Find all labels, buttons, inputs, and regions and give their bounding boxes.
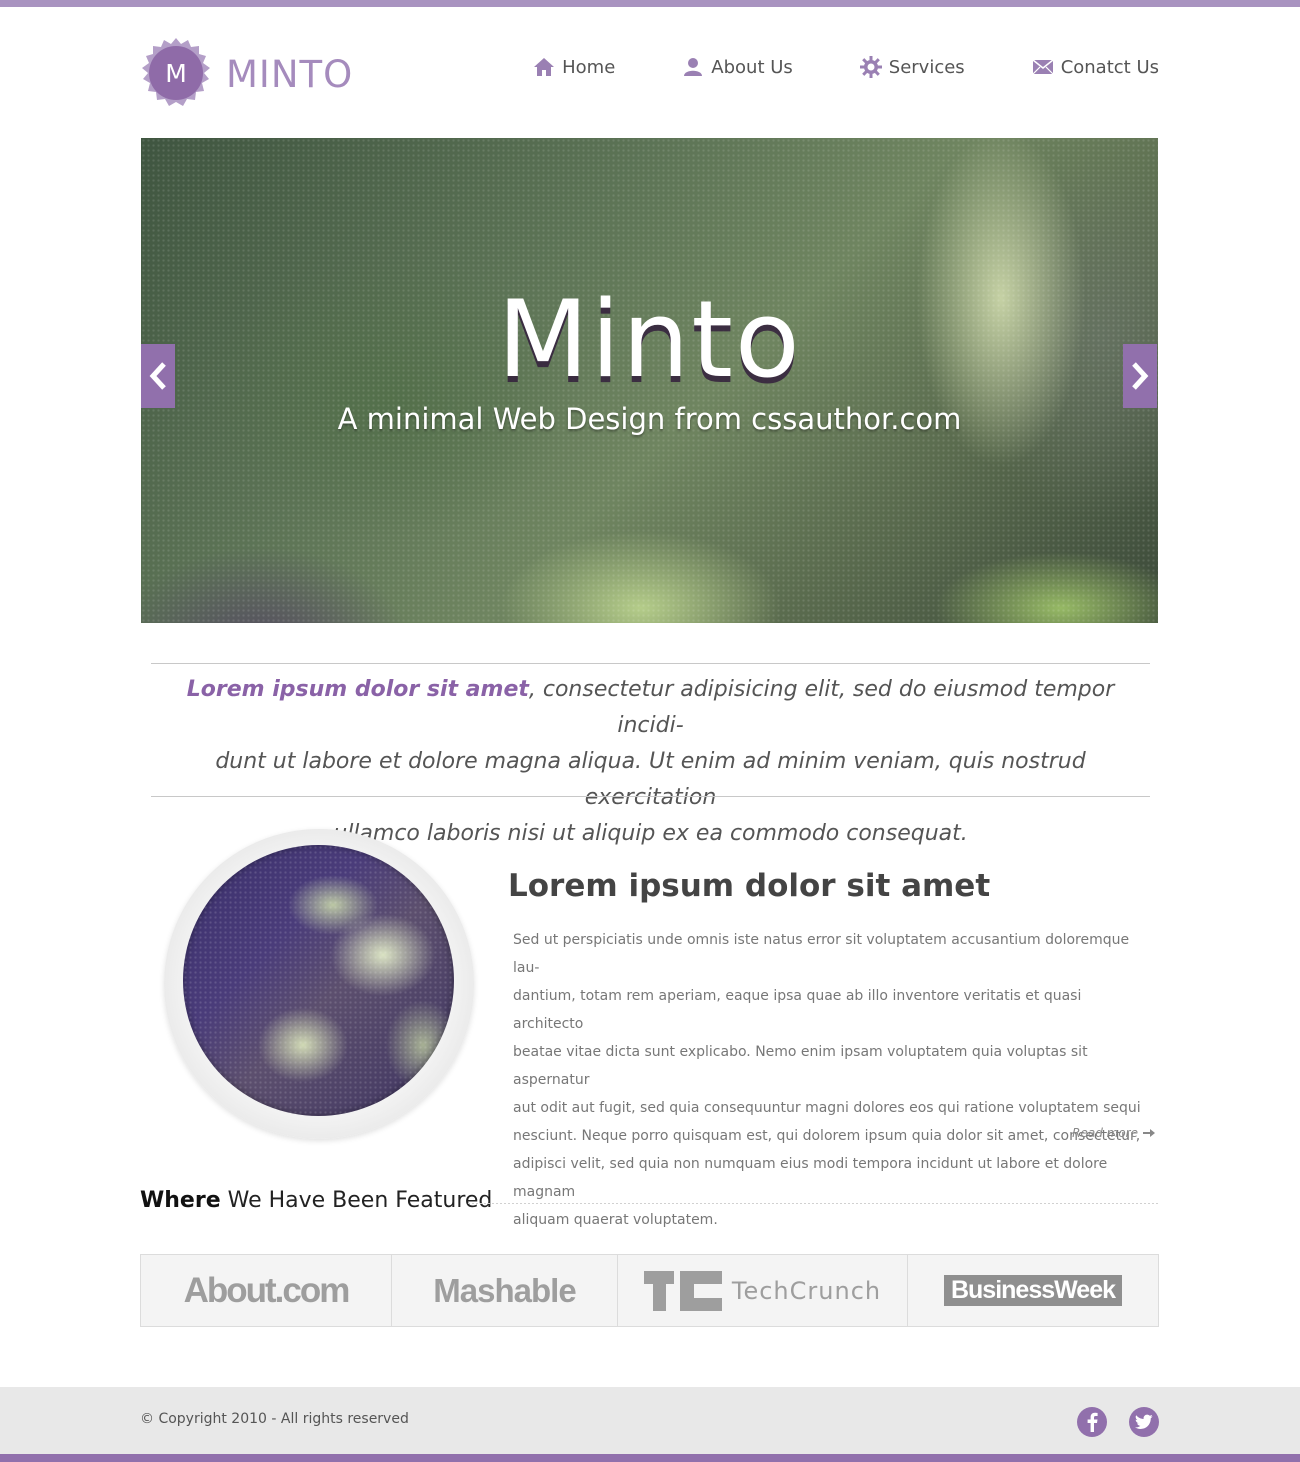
main-nav: Home About Us Services Conatct Us xyxy=(532,56,1159,78)
chevron-left-icon xyxy=(149,362,166,390)
slider-next-button[interactable] xyxy=(1123,344,1157,408)
techcrunch-mark-icon xyxy=(643,1270,722,1311)
mashable-logo: Mashable xyxy=(433,1271,576,1309)
featured-logo-businessweek[interactable]: BusinessWeek xyxy=(908,1255,1158,1326)
nav-item-about[interactable]: About Us xyxy=(681,56,793,78)
featured-logo-techcrunch[interactable]: TechCrunch xyxy=(618,1255,908,1326)
featured-heading: Where We Have Been Featured xyxy=(140,1188,492,1213)
feature-body-line: aut odit aut fugit, sed quia consequuntu… xyxy=(513,1100,1141,1116)
hero-title: Minto xyxy=(497,278,802,401)
intro-highlight: Lorem ipsum dolor sit amet xyxy=(186,677,529,702)
feature-title: Lorem ipsum dolor sit amet xyxy=(508,868,991,904)
feature-body-line: nesciunt. Neque porro quisquam est, qui … xyxy=(513,1128,1141,1144)
bottom-accent-strip xyxy=(0,1454,1300,1462)
intro-text: Lorem ipsum dolor sit amet, consectetur … xyxy=(151,672,1150,852)
facebook-button[interactable] xyxy=(1077,1407,1107,1437)
top-accent-strip xyxy=(0,0,1300,7)
feature-body-line: adipisci velit, sed quia non numquam eiu… xyxy=(513,1156,1108,1200)
nav-item-contact[interactable]: Conatct Us xyxy=(1031,56,1159,78)
hero-slider: Minto A minimal Web Design from cssautho… xyxy=(141,138,1158,623)
chevron-right-icon xyxy=(1132,362,1149,390)
read-more-link[interactable]: Read more xyxy=(1072,1126,1155,1140)
businessweek-logo: BusinessWeek xyxy=(943,1275,1122,1306)
footer: © Copyright 2010 - All rights reserved xyxy=(0,1387,1300,1454)
techcrunch-logo: TechCrunch xyxy=(731,1276,882,1305)
featured-logo-mashable[interactable]: Mashable xyxy=(392,1255,618,1326)
feature-body-line: beatae vitae dicta sunt explicabo. Nemo … xyxy=(513,1044,1088,1088)
featured-heading-bold: Where xyxy=(140,1188,221,1213)
logo-name: MINTO xyxy=(226,52,354,96)
twitter-button[interactable] xyxy=(1129,1407,1159,1437)
intro-line-1: , consectetur adipisicing elit, sed do e… xyxy=(528,677,1115,738)
feature-body-line: aliquam quaerat voluptatem. xyxy=(513,1212,718,1228)
nav-label-contact: Conatct Us xyxy=(1060,56,1159,78)
featured-heading-divider xyxy=(467,1202,1158,1205)
feature-body-line: dantium, totam rem aperiam, eaque ipsa q… xyxy=(513,988,1082,1032)
user-icon xyxy=(681,56,705,78)
nav-label-about: About Us xyxy=(711,56,793,78)
gear-icon xyxy=(859,56,883,78)
twitter-icon xyxy=(1135,1414,1153,1429)
intro-bottom-divider xyxy=(151,796,1150,797)
envelope-icon xyxy=(1031,56,1055,78)
feature-image xyxy=(183,845,454,1116)
arrow-right-icon xyxy=(1143,1129,1155,1137)
featured-logos: About.com Mashable TechCrunch BusinessWe… xyxy=(140,1254,1159,1327)
intro-top-divider xyxy=(151,663,1150,664)
hero-subtitle: A minimal Web Design from cssauthor.com xyxy=(337,402,962,436)
nav-item-services[interactable]: Services xyxy=(859,56,965,78)
nav-label-services: Services xyxy=(888,56,965,78)
site-logo[interactable]: M MINTO xyxy=(140,38,353,110)
copyright-text: © Copyright 2010 - All rights reserved xyxy=(140,1411,409,1427)
intro-line-2: dunt ut labore et dolore magna aliqua. U… xyxy=(215,749,1086,810)
read-more-label: Read more xyxy=(1072,1126,1138,1140)
logo-initial: M xyxy=(165,59,187,88)
home-icon xyxy=(532,56,556,78)
slider-prev-button[interactable] xyxy=(141,344,175,408)
about-logo: About.com xyxy=(183,1270,351,1310)
nav-item-home[interactable]: Home xyxy=(532,56,615,78)
featured-heading-rest: We Have Been Featured xyxy=(220,1188,493,1213)
facebook-icon xyxy=(1087,1412,1098,1432)
featured-logo-about[interactable]: About.com xyxy=(141,1255,392,1326)
nav-label-home: Home xyxy=(562,56,616,78)
logo-badge: M xyxy=(140,38,212,110)
feature-body: Sed ut perspiciatis unde omnis iste natu… xyxy=(513,926,1143,1234)
feature-body-line: Sed ut perspiciatis unde omnis iste natu… xyxy=(513,932,1130,976)
